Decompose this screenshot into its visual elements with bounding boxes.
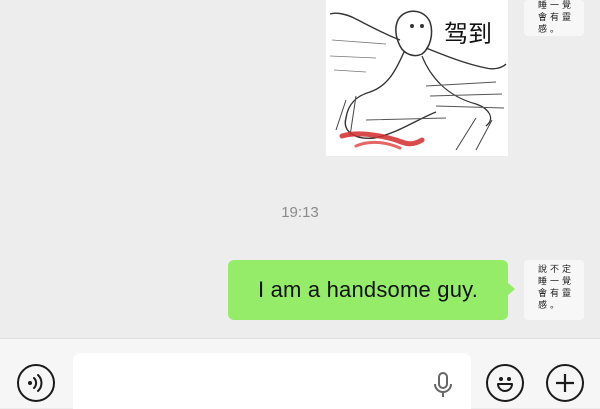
input-bar	[0, 338, 600, 409]
avatar[interactable]: 說不定 睡一覺 會有靈 感。	[524, 260, 584, 320]
avatar-text-line: 會有靈	[538, 13, 575, 23]
sticker-message[interactable]: 驾到	[326, 0, 508, 156]
bubble-tail	[507, 282, 515, 296]
message-text: I am a handsome guy.	[257, 277, 479, 302]
avatar-text-line: 說不定	[538, 265, 575, 275]
voice-wave-icon	[28, 374, 43, 392]
avatar-text-line: 睡一覺	[538, 1, 575, 11]
plus-icon	[556, 374, 574, 392]
more-options-button[interactable]	[546, 364, 584, 402]
emoji-button[interactable]	[486, 364, 524, 402]
smiley-face-icon	[497, 377, 513, 392]
microphone-icon[interactable]	[431, 371, 455, 399]
outgoing-message-bubble[interactable]: I am a handsome guy.	[228, 260, 515, 320]
avatar-text-line: 會有靈	[538, 289, 575, 299]
message-timestamp: 19:13	[281, 204, 319, 221]
voice-input-button[interactable]	[17, 364, 55, 402]
avatar[interactable]: 睡一覺 會有靈 感。	[524, 0, 584, 36]
chat-message-area[interactable]: 驾到 睡一覺 會有靈 感。 19:13 I am a handsome guy.…	[0, 0, 600, 338]
avatar-text-line: 感。	[538, 25, 563, 35]
avatar-text-line: 感。	[538, 301, 563, 311]
sticker-image: 驾到	[326, 0, 508, 156]
sticker-caption: 驾到	[444, 20, 492, 48]
message-input[interactable]	[73, 353, 471, 409]
avatar-text-line: 睡一覺	[538, 277, 575, 287]
